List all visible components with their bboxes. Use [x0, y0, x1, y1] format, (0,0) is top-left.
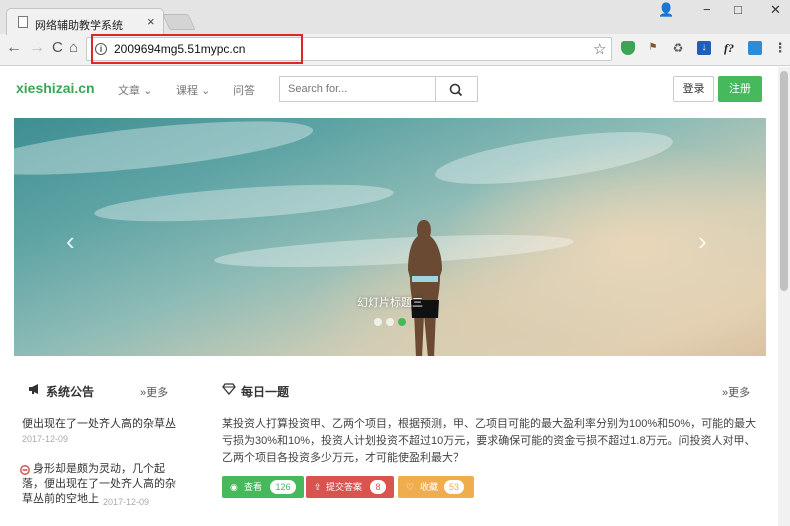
url-highlight-box [91, 34, 303, 64]
daily-more-link[interactable]: »更多 [722, 384, 750, 400]
notice-item[interactable]: 便出现在了一处齐人高的杂草丛 [22, 417, 192, 432]
search-input[interactable] [280, 77, 430, 101]
shield-icon[interactable] [621, 41, 635, 55]
reload-button[interactable]: C [52, 39, 63, 56]
site-logo[interactable]: xieshizai.cn [16, 80, 95, 96]
fx-icon[interactable]: f? [722, 41, 736, 55]
tab-title: 网络辅助教学系统 [35, 20, 123, 32]
home-button[interactable]: ⌂ [69, 39, 78, 56]
minimize-button[interactable]: − [703, 2, 711, 17]
notice-more-link[interactable]: »更多 [140, 384, 168, 400]
flag-icon[interactable]: ⚑ [646, 41, 660, 55]
upload-icon: ⇪ [314, 482, 322, 492]
search-box [279, 76, 436, 102]
notice-title: 系统公告 [46, 385, 95, 399]
notice-date: 2017-12-09 [22, 434, 69, 444]
page-icon [18, 16, 28, 28]
recycle-icon[interactable]: ♻ [671, 41, 685, 55]
bookmark-star-icon[interactable]: ☆ [593, 40, 606, 58]
chevron-down-icon: ⌄ [201, 85, 211, 97]
image-carousel[interactable]: 幻灯片标题三 ‹ › [14, 118, 766, 356]
chevron-down-icon: ⌄ [143, 85, 153, 97]
page-scrollbar[interactable] [778, 67, 790, 526]
notice-date: 2017-12-09 [103, 497, 150, 507]
maximize-button[interactable]: □ [734, 2, 742, 17]
nav-item-qa[interactable]: 问答 [233, 82, 255, 98]
daily-title: 每日一题 [241, 385, 290, 399]
favorite-label: 收藏 [420, 482, 439, 492]
daily-question: 某投资人打算投资甲、乙两个项目，根据预测，甲、乙项目可能的最大盈利率分别为100… [222, 418, 757, 464]
download-icon[interactable]: ↓ [697, 41, 711, 55]
search-button[interactable] [436, 76, 478, 102]
slide-indicator-1[interactable] [374, 318, 382, 326]
nav-label: 文章 [118, 85, 140, 97]
browser-tab[interactable]: 网络辅助教学系统 × [6, 8, 164, 35]
submit-answer-label: 提交答案 [326, 482, 363, 492]
login-button[interactable]: 登录 [673, 76, 714, 102]
new-tab-button[interactable] [162, 14, 196, 30]
browser-toolbar: ← → C ⌂ i 2009694mg5.51mypc.cn ☆ ⚑ ♻ ↓ f… [0, 34, 790, 66]
notice-item[interactable]: 身形却是颇为灵动，几个起落，便出现在了一处齐人高的杂草丛前的空地上 [22, 462, 182, 507]
nav-item-articles[interactable]: 文章 ⌄ [118, 82, 152, 98]
answer-count: 8 [370, 480, 386, 494]
nav-label: 课程 [176, 85, 198, 97]
megaphone-icon [29, 384, 38, 394]
diamond-icon [222, 383, 236, 395]
slide-indicator-2[interactable] [386, 318, 394, 326]
submit-answer-button[interactable]: ⇪ 提交答案 8 [306, 476, 394, 498]
heart-icon: ♡ [406, 482, 415, 492]
eye-icon: ◉ [230, 482, 238, 492]
favorite-count: 53 [444, 480, 464, 494]
tab-strip: 网络辅助教学系统 × 👤 − □ ✕ [0, 0, 790, 35]
view-label: 查看 [244, 482, 263, 492]
tab-close-icon[interactable]: × [147, 14, 155, 29]
close-window-button[interactable]: ✕ [770, 2, 781, 18]
back-button[interactable]: ← [6, 39, 22, 57]
slide-caption: 幻灯片标题三 [357, 297, 423, 309]
search-icon [449, 83, 463, 97]
next-slide-arrow[interactable]: › [698, 226, 707, 257]
nav-item-courses[interactable]: 课程 ⌄ [176, 82, 210, 98]
site-header: xieshizai.cn 文章 ⌄ 课程 ⌄ 问答 登录 注册 [0, 67, 790, 112]
menu-icon[interactable]: ⋮ [773, 41, 787, 55]
slide-indicator-3[interactable] [398, 318, 406, 326]
view-button[interactable]: ◉ 查看 126 [222, 476, 304, 498]
browser-chrome: 网络辅助教学系统 × 👤 − □ ✕ ← → C ⌂ i 2009694mg5.… [0, 0, 790, 66]
prev-slide-arrow[interactable]: ‹ [66, 226, 75, 257]
display-icon[interactable] [748, 41, 762, 55]
slide-figure [408, 220, 442, 356]
scrollbar-thumb[interactable] [780, 71, 788, 291]
account-icon[interactable]: 👤 [658, 2, 674, 18]
view-count: 126 [270, 480, 296, 494]
register-button[interactable]: 注册 [718, 76, 762, 102]
favorite-button[interactable]: ♡ 收藏 53 [398, 476, 474, 498]
forward-button[interactable]: → [29, 39, 45, 57]
